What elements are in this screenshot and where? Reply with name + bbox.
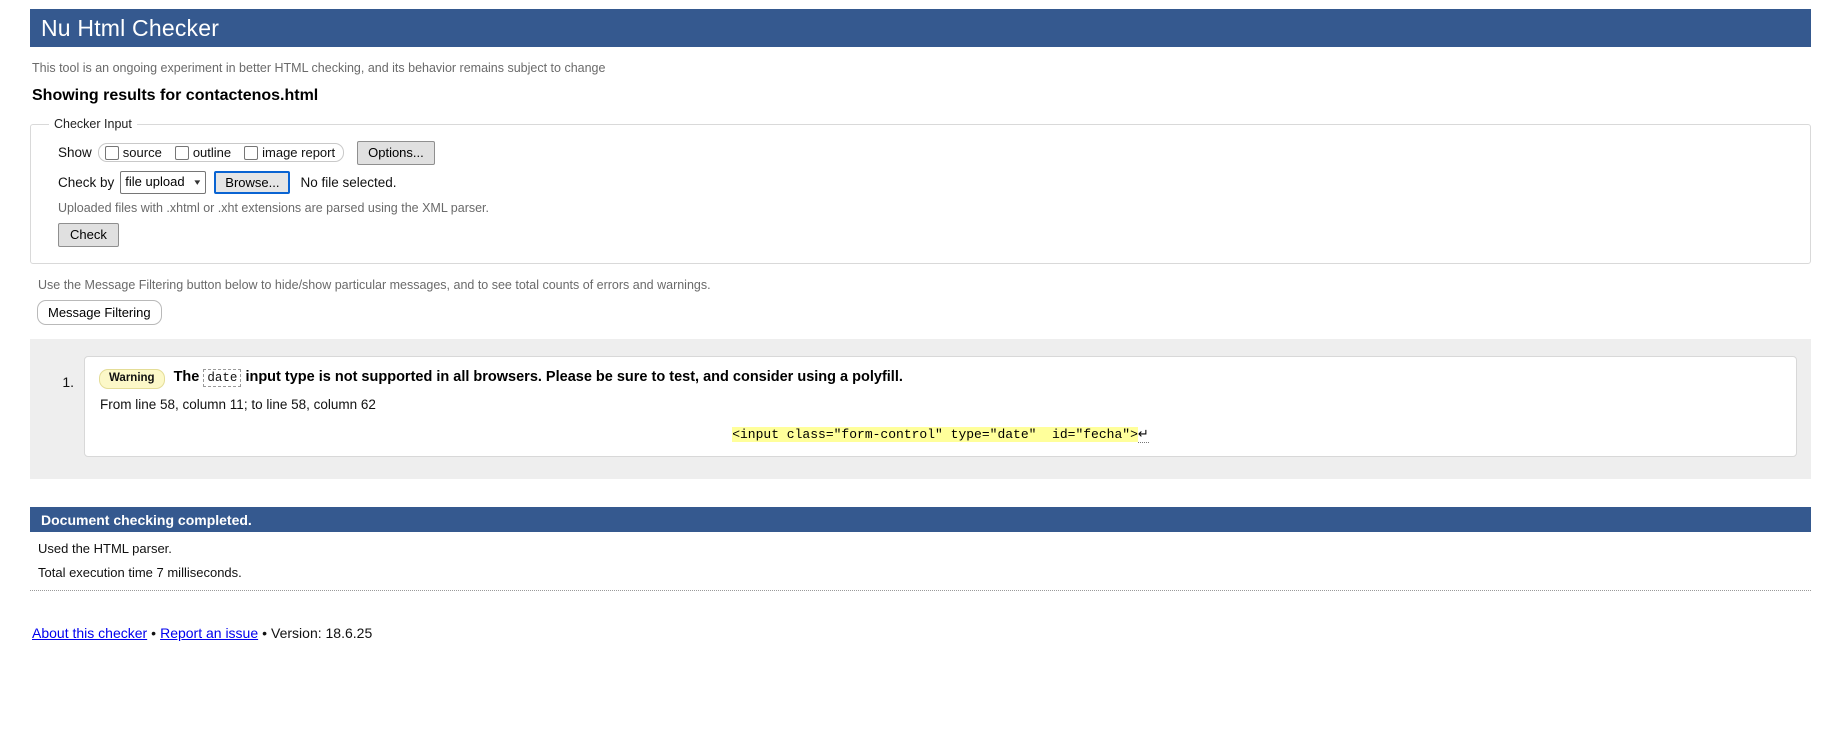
warning-message-box: Warning The date input type is not suppo… [84, 355, 1797, 457]
code-extract: <input class="form-control" type="date" … [732, 427, 1149, 443]
tool-description-note: This tool is an ongoing experiment in be… [32, 61, 606, 75]
footer-separator-2: • [262, 625, 268, 641]
parser-info: Used the HTML parser. [38, 541, 172, 556]
show-label: Show [58, 145, 92, 161]
checker-input-fieldset: Checker Input Show source outline image … [30, 117, 1811, 264]
upload-note: Uploaded files with .xhtml or .xht exten… [58, 201, 490, 216]
checkbox-source-box[interactable] [104, 145, 119, 160]
check-by-row: Check by file upload ▾ Browse... No file… [31, 170, 1810, 195]
checkbox-outline-label: outline [192, 145, 232, 161]
checkbox-outline-box[interactable] [174, 145, 189, 160]
message-location: From line 58, column 11; to line 58, col… [100, 397, 376, 412]
check-button[interactable]: Check [58, 223, 119, 247]
check-by-label: Check by [58, 174, 115, 190]
version-text: Version: 18.6.25 [271, 625, 373, 641]
footer-separator-1: • [151, 625, 157, 641]
checker-input-legend: Checker Input [54, 117, 132, 131]
page-container: Nu Html Checker This tool is an ongoing … [0, 9, 1841, 641]
check-button-row: Check [31, 223, 1810, 247]
check-by-selected-value: file upload [125, 173, 185, 189]
footer: About this checker • Report an issue • Versi… [30, 625, 1811, 641]
message-number: 1. [62, 373, 74, 390]
app-title: Nu Html Checker [41, 14, 220, 41]
browse-button[interactable]: Browse... [214, 170, 291, 195]
status-badge: Warning [99, 368, 165, 389]
checkbox-image-report-label: image report [262, 145, 336, 161]
message-filtering-note: Use the Message Filtering button below t… [38, 277, 711, 292]
checkbox-image-report[interactable]: image report [244, 145, 335, 160]
show-checkbox-group: source outline image report [97, 143, 345, 163]
app-header-banner: Nu Html Checker [30, 9, 1811, 47]
checkbox-outline[interactable]: outline [174, 145, 232, 161]
message-text-before: The [173, 368, 200, 385]
code-extract-wrapper: <input class="form-control" type="date" … [99, 425, 1782, 443]
report-an-issue-link[interactable]: Report an issue [160, 625, 258, 641]
message-filtering-button[interactable]: Message Filtering [37, 299, 162, 325]
checkbox-source-label: source [122, 145, 162, 161]
checkbox-image-report-box[interactable] [244, 145, 259, 160]
about-this-checker-link[interactable]: About this checker [32, 625, 147, 641]
message-headline: Warning The date input type is not suppo… [99, 368, 1782, 389]
checkbox-source[interactable]: source [104, 145, 162, 161]
footer-divider [30, 590, 1811, 591]
message-text: The date input type is not supported in … [174, 368, 903, 387]
results-list: 1. Warning The date input type is not su… [30, 338, 1811, 479]
file-status-text: No file selected. [300, 174, 397, 190]
completion-banner-text: Document checking completed. [41, 511, 252, 528]
chevron-down-icon: ▾ [193, 176, 200, 187]
execution-time-info: Total execution time 7 milliseconds. [38, 565, 242, 580]
options-button[interactable]: Options... [357, 141, 435, 165]
check-by-select[interactable]: file upload ▾ [120, 170, 207, 194]
completion-banner: Document checking completed. [30, 507, 1811, 532]
message-code-token: date [203, 368, 242, 387]
carriage-return-icon: ↵ [1137, 427, 1149, 443]
message-text-after: input type is not supported in all brows… [245, 368, 903, 385]
list-item: 1. Warning The date input type is not su… [30, 355, 1811, 457]
show-options-row: Show source outline image report Options… [31, 141, 1810, 165]
page-title: Showing results for contactenos.html [32, 87, 319, 104]
code-extract-highlight: <input class="form-control" type="date" … [732, 427, 1138, 442]
